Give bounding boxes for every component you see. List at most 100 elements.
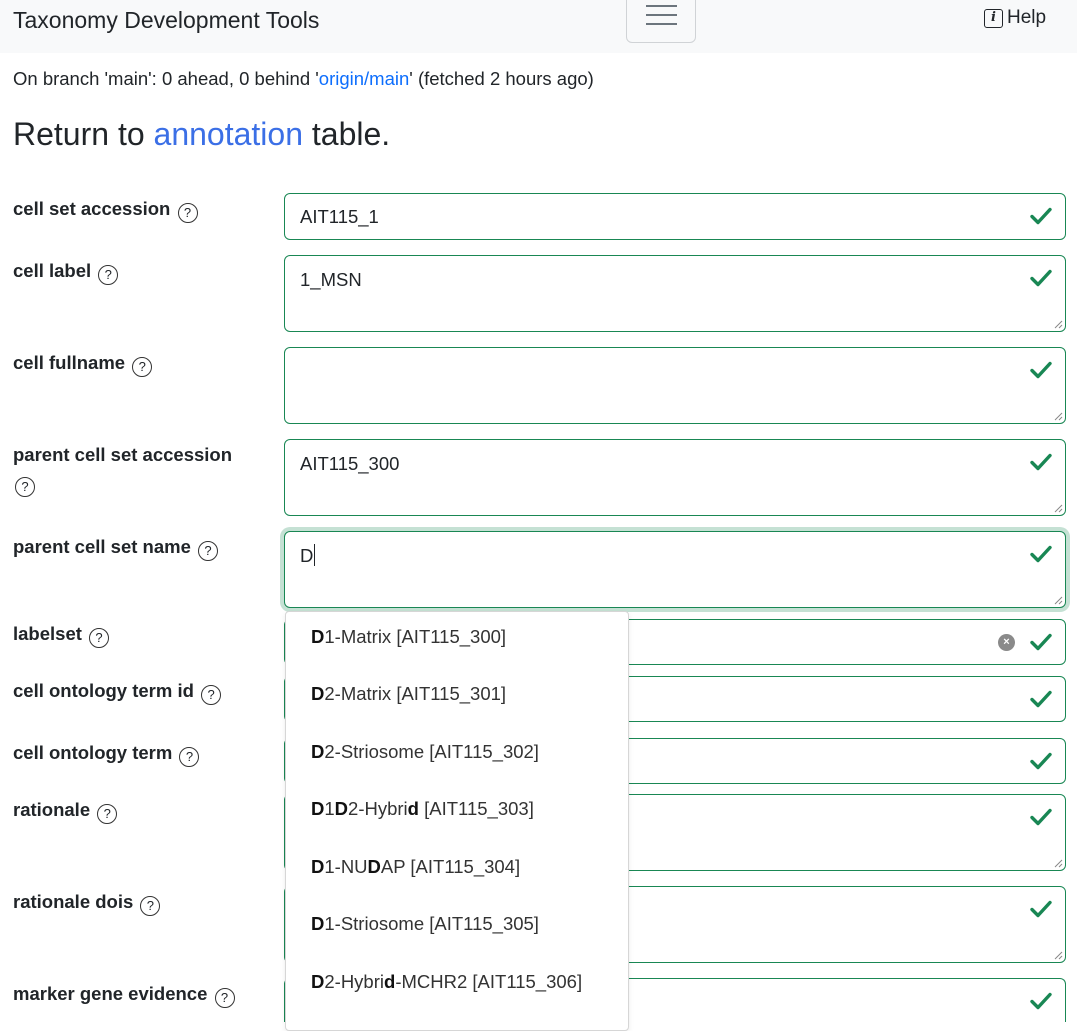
label-text: cell ontology term id	[13, 680, 194, 701]
option-text: 1-NU	[324, 856, 368, 877]
check-icon	[1030, 207, 1052, 225]
brand-title[interactable]: Taxonomy Development Tools	[13, 6, 319, 34]
autocomplete-option[interactable]: D1-Matrix [AIT115_300]	[311, 625, 506, 649]
label-text: cell ontology term	[13, 742, 173, 763]
autocomplete-option[interactable]: D1-Striosome [AIT115_305]	[311, 912, 539, 936]
branch-status-suffix: ' (fetched 2 hours ago)	[409, 68, 594, 89]
resize-handle-icon[interactable]	[1053, 319, 1063, 329]
label-text: labelset	[13, 623, 82, 644]
label-parent-cell-set-name: parent cell set name ?	[13, 533, 263, 561]
help-circle-icon[interactable]: ?	[89, 628, 110, 648]
label-cell-fullname: cell fullname ?	[13, 349, 263, 377]
option-match-text: D	[311, 626, 325, 647]
label-cell-ontology-term-id: cell ontology term id ?	[13, 677, 263, 705]
help-circle-icon[interactable]: ?	[15, 477, 35, 497]
check-icon	[1030, 269, 1052, 287]
autocomplete-option[interactable]: D2-Matrix [AIT115_301]	[311, 682, 506, 706]
help-link[interactable]: i Help	[984, 7, 1046, 29]
label-cell-label: cell label ?	[13, 257, 263, 285]
help-circle-icon[interactable]: ?	[97, 804, 118, 824]
autocomplete-dropdown: D1-Matrix [AIT115_300] D2-Matrix [AIT115_…	[285, 611, 629, 1031]
check-icon	[1030, 633, 1052, 651]
option-match-text: D	[311, 741, 325, 762]
option-text: 1-Striosome [AIT115_305]	[324, 913, 539, 934]
option-text: 2-Matrix [AIT115_301]	[324, 683, 507, 704]
hamburger-icon	[646, 23, 677, 25]
clear-icon[interactable]: ×	[998, 634, 1015, 651]
resize-handle-icon[interactable]	[1053, 950, 1063, 960]
option-text: 2-Hybri	[324, 971, 384, 992]
label-rationale-dois: rationale dois ?	[13, 888, 263, 916]
cell-fullname-textarea[interactable]	[284, 347, 1066, 424]
page-title: Return to annotation table.	[13, 114, 390, 154]
annotation-table-link[interactable]: annotation	[154, 116, 303, 152]
label-text: parent cell set name	[13, 536, 191, 557]
check-icon	[1030, 808, 1052, 826]
branch-status: On branch 'main': 0 ahead, 0 behind 'ori…	[13, 67, 594, 91]
hamburger-icon	[646, 5, 677, 7]
navbar: Taxonomy Development Tools i Help	[0, 0, 1077, 53]
label-text: rationale dois	[13, 891, 134, 912]
check-icon	[1030, 752, 1052, 770]
hamburger-icon	[646, 14, 677, 16]
autocomplete-option[interactable]: D1-NUDAP [AIT115_304]	[311, 855, 520, 879]
label-text: cell set accession	[13, 198, 171, 219]
page-title-suffix: table.	[302, 116, 391, 152]
option-match-text: d	[384, 971, 396, 992]
option-text: 2-Hybri	[348, 798, 408, 819]
help-circle-icon[interactable]: ?	[132, 357, 153, 377]
autocomplete-option[interactable]: D1D2-Hybrid [AIT115_303]	[311, 797, 534, 821]
help-circle-icon[interactable]: ?	[198, 541, 219, 561]
check-icon	[1030, 545, 1052, 563]
label-text: cell fullname	[13, 352, 126, 373]
option-match-text: D	[311, 798, 325, 819]
help-circle-icon[interactable]: ?	[201, 685, 222, 705]
label-cell-ontology-term: cell ontology term ?	[13, 739, 263, 767]
option-text: [AIT115_303]	[418, 798, 534, 819]
check-icon	[1030, 992, 1052, 1010]
check-icon	[1030, 690, 1052, 708]
origin-main-link[interactable]: origin/main	[319, 68, 410, 89]
option-match-text: D	[311, 913, 325, 934]
label-parent-cell-set-accession: parent cell set accession ?	[13, 441, 253, 497]
info-icon: i	[984, 8, 1003, 28]
field-value: AIT115_1	[300, 206, 379, 227]
option-text: AP [AIT115_304]	[380, 856, 521, 877]
option-text: -MCHR2 [AIT115_306]	[395, 971, 583, 992]
label-text: marker gene evidence	[13, 983, 208, 1004]
help-circle-icon[interactable]: ?	[177, 203, 198, 223]
option-text: 2-Striosome [AIT115_302]	[324, 741, 539, 762]
resize-handle-icon[interactable]	[1053, 503, 1063, 513]
option-match-text: D	[311, 856, 325, 877]
cell-set-accession-input[interactable]: AIT115_1	[284, 193, 1066, 240]
label-cell-set-accession: cell set accession ?	[13, 195, 263, 223]
parent-cell-set-accession-textarea[interactable]: AIT115_300	[284, 439, 1066, 516]
option-match-text: D	[311, 971, 325, 992]
option-match-text: D	[334, 798, 349, 819]
help-circle-icon[interactable]: ?	[179, 747, 200, 767]
parent-cell-set-name-textarea[interactable]: D	[284, 531, 1066, 608]
label-text: rationale	[13, 799, 91, 820]
check-icon	[1030, 453, 1052, 471]
field-value: AIT115_300	[300, 453, 400, 474]
help-circle-icon[interactable]: ?	[140, 896, 161, 916]
help-circle-icon[interactable]: ?	[214, 988, 235, 1008]
menu-toggle-button[interactable]	[626, 0, 696, 43]
resize-handle-icon[interactable]	[1053, 411, 1063, 421]
resize-handle-icon[interactable]	[1053, 858, 1063, 868]
help-circle-icon[interactable]: ?	[98, 265, 119, 285]
page-title-prefix: Return to	[13, 116, 154, 152]
help-label: Help	[1007, 7, 1047, 28]
option-match-text: D	[367, 856, 381, 877]
resize-handle-icon[interactable]	[1053, 595, 1063, 605]
option-match-text: d	[407, 798, 419, 819]
label-rationale: rationale ?	[13, 796, 263, 824]
option-match-text: D	[311, 683, 325, 704]
autocomplete-option[interactable]: D2-Hybrid-MCHR2 [AIT115_306]	[311, 970, 582, 994]
autocomplete-option[interactable]: D2-Striosome [AIT115_302]	[311, 740, 539, 764]
label-marker-gene-evidence: marker gene evidence ?	[13, 980, 263, 1008]
field-value: D	[300, 545, 314, 566]
check-icon	[1030, 361, 1052, 379]
cell-label-textarea[interactable]: 1_MSN	[284, 255, 1066, 332]
label-text: parent cell set accession	[13, 444, 233, 465]
